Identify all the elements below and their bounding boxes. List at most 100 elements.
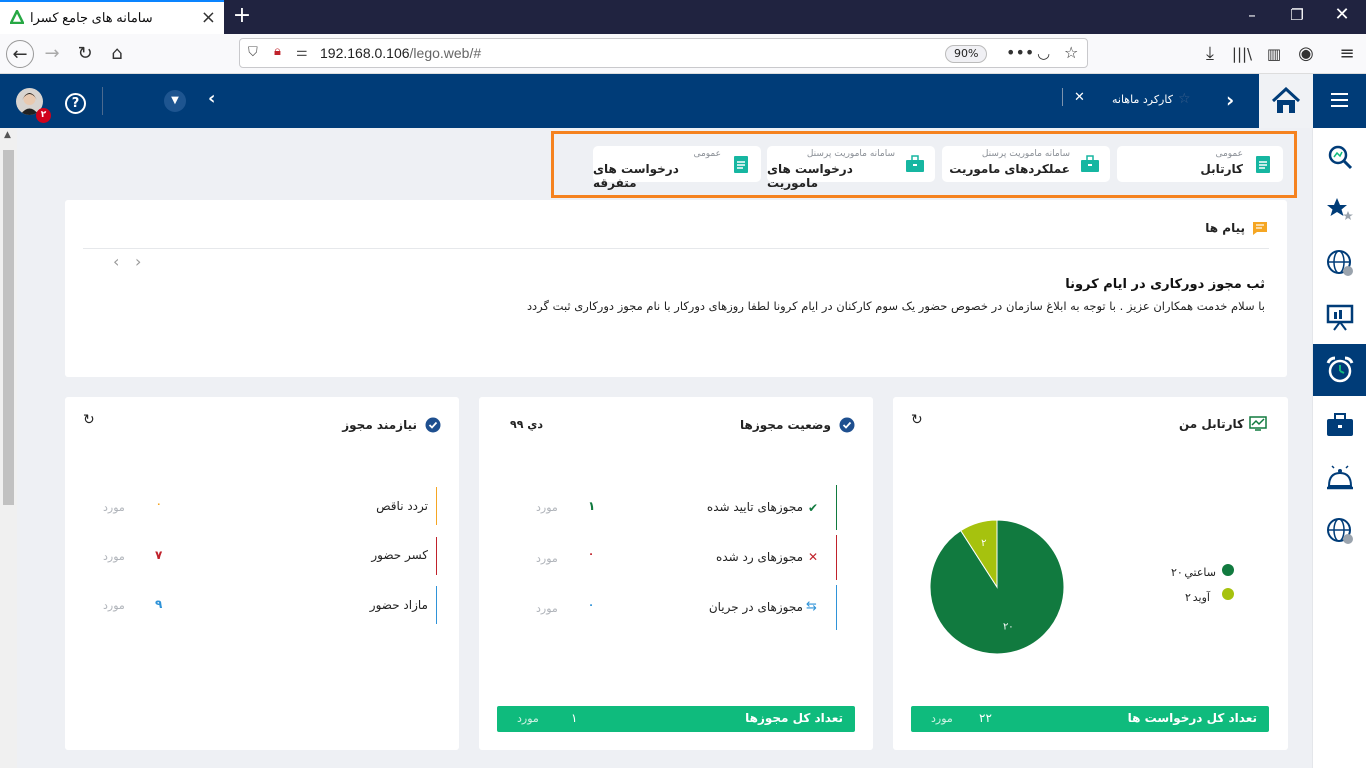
permits-date: دي ۹۹	[510, 418, 543, 431]
account-icon[interactable]: ◉	[1292, 40, 1320, 68]
pocket-icon[interactable]: ◡	[1037, 44, 1050, 62]
refresh-icon[interactable]: ↻	[911, 412, 923, 428]
legend-label: آويد	[1192, 591, 1210, 604]
shortcut-cartable[interactable]: عمومی کارتابل	[1117, 146, 1283, 182]
cartable-card: کارتابل من ↻ ۲۰ ۲ ساعتي ۲۰ آويد ۲ تعداد ک…	[893, 397, 1288, 750]
needs-title: نیازمند مجوز	[342, 418, 417, 432]
new-tab-button[interactable]: +	[230, 3, 254, 28]
presentation-board-icon	[1326, 304, 1354, 331]
breadcrumb-label[interactable]: کارکرد ماهانه	[1112, 93, 1173, 106]
permit-row-label: مجوزهای رد شده	[716, 550, 803, 564]
row-indicator	[836, 485, 837, 530]
browser-tab[interactable]: سامانه های جامع کسرا ×	[0, 0, 224, 34]
forward-button[interactable]: →	[38, 40, 66, 68]
chevron-down-icon[interactable]: ▼	[164, 90, 186, 112]
permit-row-unit: مورد	[536, 602, 558, 615]
row-indicator	[836, 585, 837, 630]
sidebar-item-favorites[interactable]	[1313, 184, 1366, 234]
sidebar-item-globe[interactable]	[1313, 238, 1366, 288]
legend-swatch	[1222, 588, 1234, 600]
refresh-icon[interactable]: ↻	[83, 412, 95, 428]
message-body: با سلام خدمت همکاران عزیز . با توجه به ا…	[526, 299, 1265, 313]
close-tab-icon[interactable]: ×	[201, 7, 216, 28]
chevron-right-icon[interactable]: ›	[1226, 88, 1234, 112]
shield-icon[interactable]: ⛉	[248, 45, 258, 60]
messages-title: پیام ها	[1205, 221, 1245, 235]
permits-footer[interactable]: تعداد کل مجوزها ۱ مورد	[497, 706, 855, 732]
shortcut-category: سامانه ماموریت پرسنل	[806, 149, 895, 159]
sidebar-item-presentation[interactable]	[1313, 292, 1366, 342]
more-actions-icon[interactable]: •••	[1006, 43, 1034, 62]
shortcut-label: درخواست های متفرقه	[593, 162, 679, 190]
library-icon[interactable]: |||\	[1228, 40, 1256, 68]
home-icon	[1271, 87, 1301, 113]
insecure-lock-icon[interactable]: 🔒︎	[274, 44, 281, 59]
message-headline: ثب مجوز دورکاری در ایام کرونا	[1065, 277, 1265, 292]
pie-data-label: ۲۰	[1003, 622, 1014, 633]
shortcut-mission-requests[interactable]: سامانه ماموریت پرسنل درخواست های ماموریت	[767, 146, 935, 190]
shortcut-mission-performance[interactable]: سامانه ماموریت پرسنل عملکردهای ماموریت	[942, 146, 1110, 182]
document-icon	[1256, 156, 1270, 173]
restore-button[interactable]: ❐	[1285, 6, 1309, 24]
briefcase-icon	[1081, 155, 1099, 172]
bookmark-star-icon[interactable]: ☆	[1064, 43, 1078, 62]
cartable-footer[interactable]: تعداد کل درخواست ها ۲۲ مورد	[911, 706, 1269, 732]
document-icon	[734, 156, 748, 173]
needs-row-label: مازاد حضور	[369, 598, 428, 612]
hamburger-menu-button[interactable]	[1313, 74, 1366, 128]
reload-icon[interactable]: ↻	[71, 40, 99, 68]
url-bar[interactable]: ⛉ 🔒︎ ⚌ 192.168.0.106/lego.web/# 90% ••• …	[239, 38, 1088, 68]
row-indicator	[836, 535, 837, 580]
row-indicator	[436, 537, 437, 575]
sidebar-item-mission[interactable]	[1313, 400, 1366, 450]
messages-card: پیام ها ‹ › ثب مجوز دورکاری در ایام کرون…	[65, 200, 1287, 377]
header-divider	[102, 87, 103, 115]
permit-row-unit: مورد	[536, 552, 558, 565]
shortcut-misc-requests[interactable]: عمومی درخواست های متفرقه	[593, 146, 761, 190]
verified-badge-icon	[839, 417, 855, 433]
check-icon: ✔	[808, 501, 819, 515]
close-window-button[interactable]: ✕	[1330, 4, 1354, 25]
home-icon[interactable]: ⌂	[103, 40, 131, 68]
favorite-star-icon[interactable]: ☆	[1178, 91, 1191, 107]
next-message-icon[interactable]: ›	[135, 252, 141, 271]
browser-menu-icon[interactable]: ≡	[1333, 40, 1361, 68]
prev-message-icon[interactable]: ‹	[113, 252, 119, 271]
help-icon[interactable]: ?	[65, 93, 86, 114]
alarm-clock-icon	[1326, 356, 1354, 383]
scrollbar-thumb[interactable]	[3, 150, 14, 505]
permit-row-label: مجوزهای در جریان	[708, 600, 803, 614]
legend-value: ۲	[1185, 591, 1191, 604]
permissions-icon[interactable]: ⚌	[296, 45, 308, 60]
scroll-up-icon[interactable]: ▲	[4, 130, 11, 140]
menu-line	[1331, 99, 1348, 101]
url-text[interactable]: 192.168.0.106/lego.web/#	[320, 45, 481, 61]
permit-row-value: ۰	[588, 549, 595, 560]
close-breadcrumb-icon[interactable]: ✕	[1074, 90, 1085, 105]
footer-label: تعداد کل مجوزها	[745, 711, 843, 725]
footer-value: ۱	[571, 711, 578, 725]
home-button[interactable]	[1259, 74, 1313, 128]
shortcut-category: عمومی	[693, 149, 721, 159]
needs-row-unit: مورد	[103, 550, 125, 563]
sidebar-item-service[interactable]	[1313, 454, 1366, 504]
tab-title: سامانه های جامع کسرا	[30, 10, 153, 25]
shortcut-label: کارتابل	[1200, 162, 1243, 176]
back-button[interactable]: ←	[6, 40, 34, 68]
cartable-title: کارتابل من	[1178, 417, 1244, 431]
sidebar-item-search[interactable]	[1313, 132, 1366, 182]
shortcut-category: سامانه ماموریت پرسنل	[981, 149, 1070, 159]
browser-nav-bar: ← → ↻ ⌂ ⛉ 🔒︎ ⚌ 192.168.0.106/lego.web/# …	[0, 34, 1366, 74]
chevron-left-icon[interactable]: ‹	[208, 88, 215, 109]
legend-label: ساعتي	[1184, 566, 1216, 579]
sidebar-item-globe-2[interactable]	[1313, 506, 1366, 556]
app-header: ۲ ? ▼ ‹ ✕ کارکرد ماهانه ☆ ›	[0, 74, 1366, 128]
sidebar-toggle-icon[interactable]: ▥	[1260, 40, 1288, 68]
zoom-indicator[interactable]: 90%	[945, 45, 988, 63]
sidebar-item-attendance[interactable]	[1313, 344, 1366, 396]
download-icon[interactable]: ⤓	[1196, 40, 1224, 68]
divider	[83, 248, 1269, 249]
verified-badge-icon	[425, 417, 441, 433]
minimize-button[interactable]: –	[1240, 6, 1264, 24]
app-logo-icon	[10, 10, 24, 24]
